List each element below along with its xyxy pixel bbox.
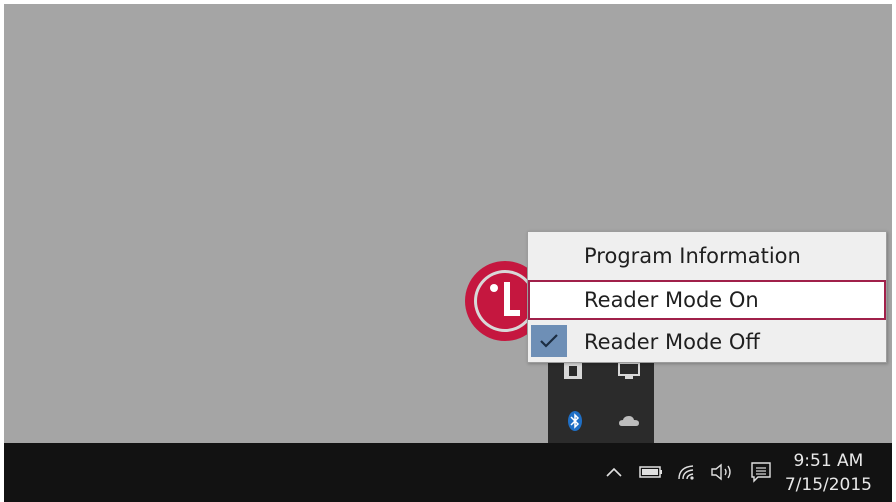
menu-item-label: Reader Mode On (584, 288, 759, 312)
taskbar: 9:51 AM 7/15/2015 (4, 443, 892, 502)
context-menu: Program Information Reader Mode On Reade… (527, 231, 887, 363)
clock-date: 7/15/2015 (784, 475, 872, 495)
bluetooth-icon[interactable] (562, 408, 588, 434)
menu-item-program-information[interactable]: Program Information (528, 237, 886, 277)
tray-overflow-panel (548, 356, 654, 443)
onedrive-icon[interactable] (616, 408, 642, 434)
taskbar-clock[interactable]: 9:51 AM 7/15/2015 (785, 449, 872, 497)
checkmark-icon (531, 325, 567, 357)
desktop-background: Program Information Reader Mode On Reade… (4, 4, 892, 443)
menu-item-label: Program Information (584, 244, 801, 268)
menu-item-reader-mode-on[interactable]: Reader Mode On (528, 280, 886, 320)
menu-item-reader-mode-off[interactable]: Reader Mode Off (528, 323, 886, 363)
wifi-icon[interactable] (675, 459, 699, 485)
volume-icon[interactable] (709, 459, 737, 485)
battery-icon[interactable] (638, 459, 664, 485)
action-center-icon[interactable] (748, 459, 774, 485)
chevron-up-icon[interactable] (604, 459, 624, 485)
menu-item-label: Reader Mode Off (584, 330, 760, 354)
clock-time: 9:51 AM (793, 451, 864, 471)
